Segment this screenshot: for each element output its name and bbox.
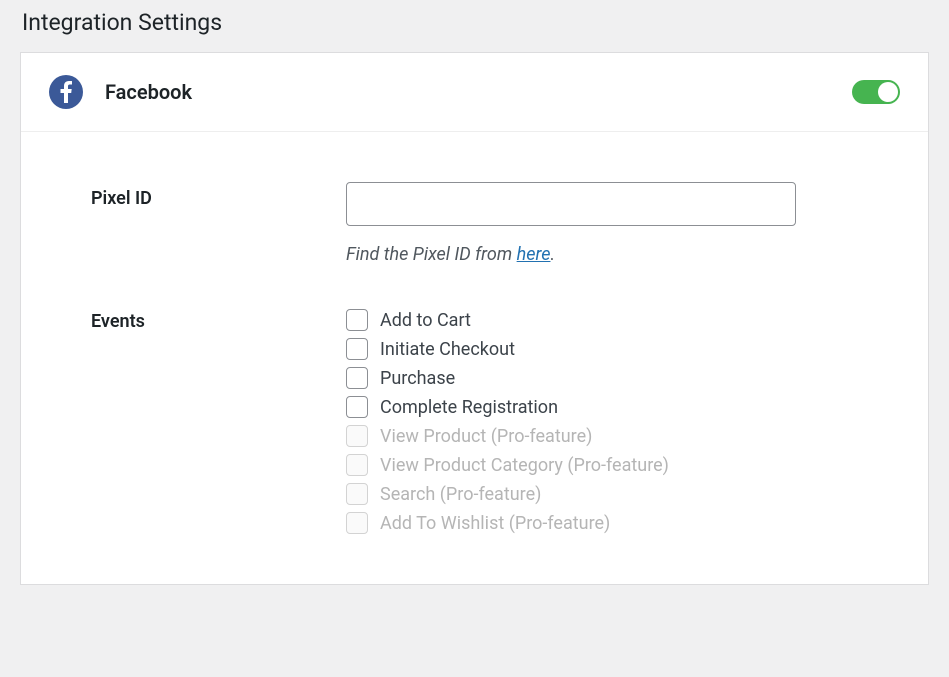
toggle-knob bbox=[878, 82, 898, 102]
event-checkbox[interactable] bbox=[346, 396, 368, 418]
pixel-id-control: Find the Pixel ID from here. bbox=[346, 182, 858, 265]
pixel-help-prefix: Find the Pixel ID from bbox=[346, 244, 517, 265]
events-control: Add to Cart Initiate Checkout Purchase Comp… bbox=[346, 305, 858, 534]
page-title: Integration Settings bbox=[0, 0, 949, 40]
event-checkbox[interactable] bbox=[346, 338, 368, 360]
event-checkbox[interactable] bbox=[346, 367, 368, 389]
facebook-integration-card: Facebook Pixel ID Find the Pixel ID from… bbox=[20, 52, 929, 585]
event-label: Add to Cart bbox=[380, 310, 471, 331]
pixel-id-row: Pixel ID Find the Pixel ID from here. bbox=[21, 182, 928, 265]
facebook-icon bbox=[49, 75, 83, 109]
events-label: Events bbox=[91, 305, 346, 332]
pixel-id-help: Find the Pixel ID from here. bbox=[346, 244, 858, 265]
event-checkbox bbox=[346, 425, 368, 447]
event-label: Purchase bbox=[380, 368, 455, 389]
pixel-id-label: Pixel ID bbox=[91, 182, 346, 209]
integration-settings-page: Integration Settings Facebook Pixel ID F… bbox=[0, 0, 949, 585]
events-row: Events Add to Cart Initiate Checkout Purch… bbox=[21, 305, 928, 534]
event-item: Complete Registration bbox=[346, 396, 858, 418]
integration-title: Facebook bbox=[105, 80, 852, 104]
event-item: View Product (Pro-feature) bbox=[346, 425, 858, 447]
event-item: Purchase bbox=[346, 367, 858, 389]
event-label: Search (Pro-feature) bbox=[380, 484, 541, 505]
event-label: View Product Category (Pro-feature) bbox=[380, 455, 669, 476]
event-item: Add To Wishlist (Pro-feature) bbox=[346, 512, 858, 534]
event-item: View Product Category (Pro-feature) bbox=[346, 454, 858, 476]
card-body: Pixel ID Find the Pixel ID from here. Ev… bbox=[21, 132, 928, 584]
card-header: Facebook bbox=[21, 53, 928, 132]
event-item: Add to Cart bbox=[346, 309, 858, 331]
pixel-id-help-link[interactable]: here bbox=[517, 244, 551, 265]
event-checkbox[interactable] bbox=[346, 309, 368, 331]
event-checkbox bbox=[346, 454, 368, 476]
pixel-help-suffix: . bbox=[550, 244, 555, 265]
event-item: Search (Pro-feature) bbox=[346, 483, 858, 505]
events-list: Add to Cart Initiate Checkout Purchase Comp… bbox=[346, 305, 858, 534]
event-label: Add To Wishlist (Pro-feature) bbox=[380, 513, 610, 534]
pixel-id-input[interactable] bbox=[346, 182, 796, 226]
event-label: Complete Registration bbox=[380, 397, 558, 418]
event-label: View Product (Pro-feature) bbox=[380, 426, 592, 447]
integration-enable-toggle[interactable] bbox=[852, 80, 900, 104]
event-checkbox bbox=[346, 483, 368, 505]
event-checkbox bbox=[346, 512, 368, 534]
event-label: Initiate Checkout bbox=[380, 339, 515, 360]
event-item: Initiate Checkout bbox=[346, 338, 858, 360]
